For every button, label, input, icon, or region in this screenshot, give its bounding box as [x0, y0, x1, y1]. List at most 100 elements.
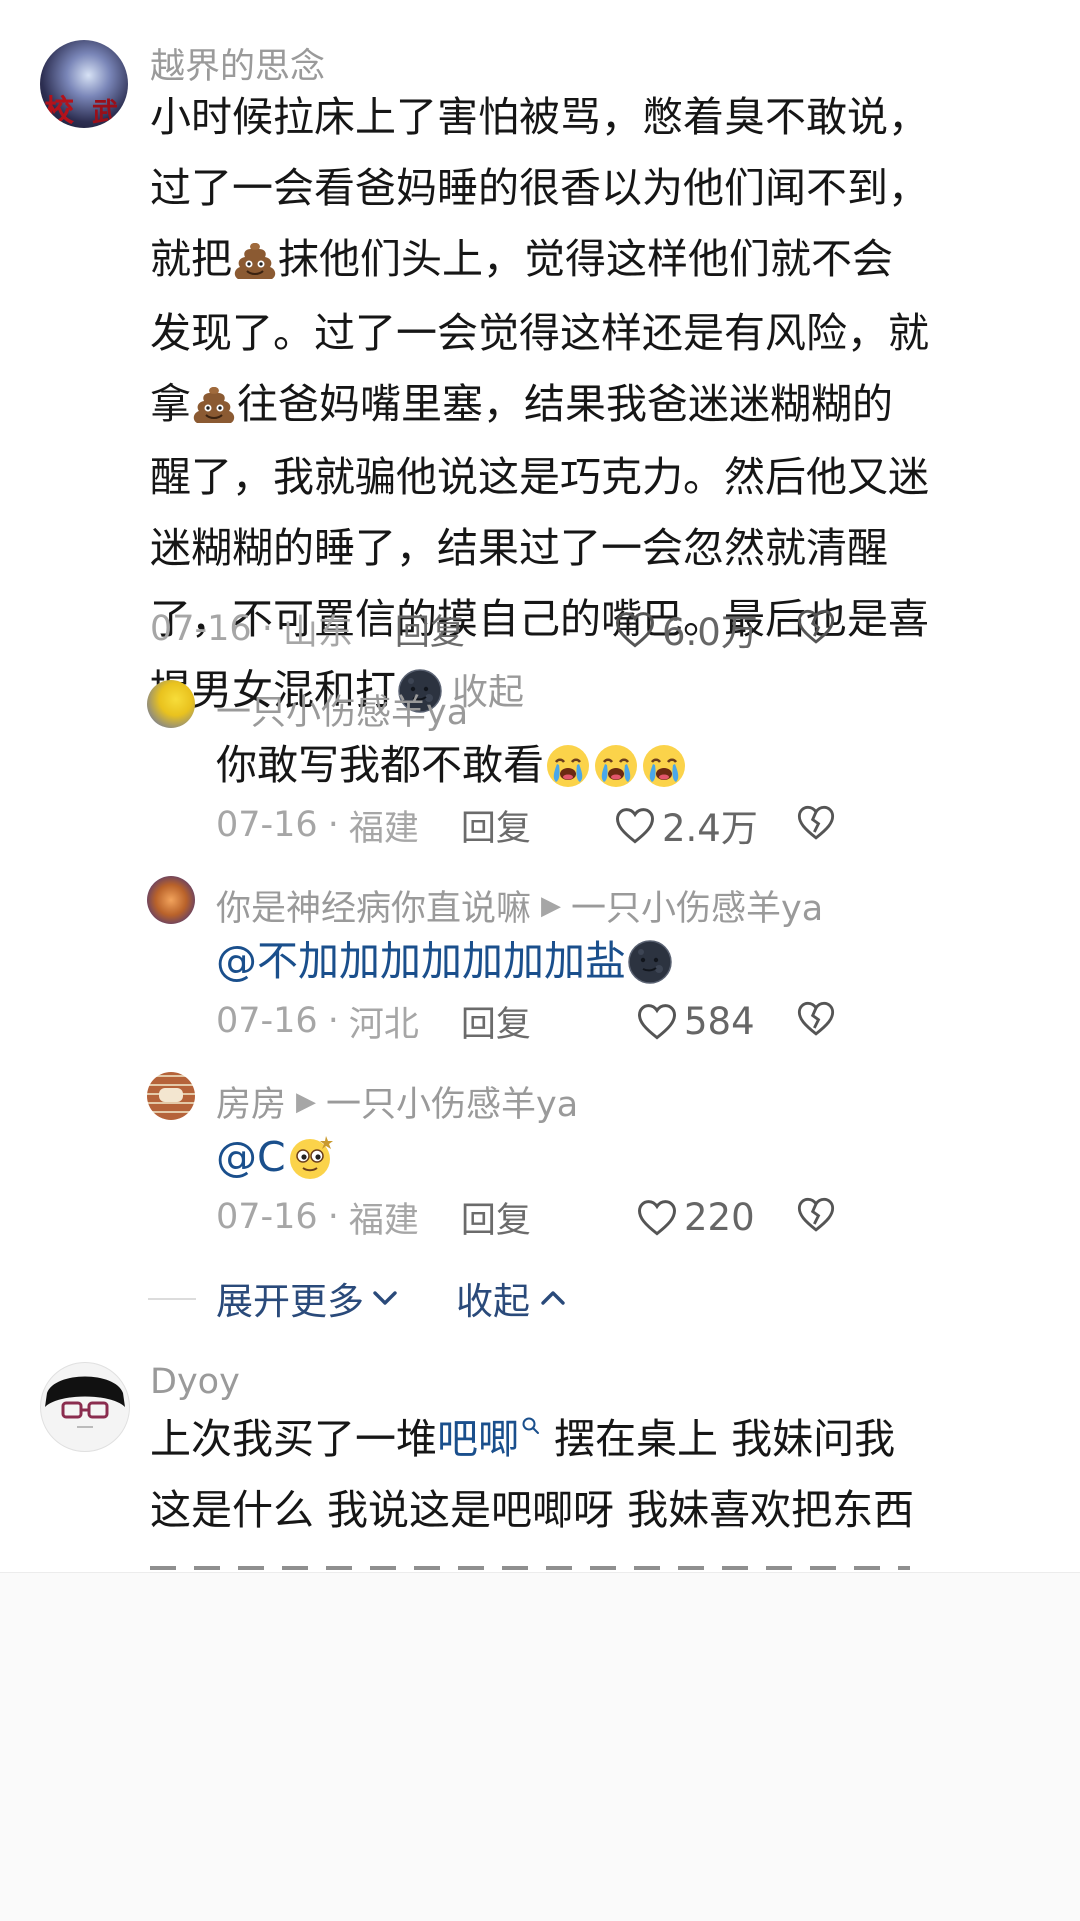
meta-separator: ·	[327, 1197, 339, 1237]
reply-meta: 07-16 · 福建 回复	[216, 800, 531, 850]
like-count: 584	[684, 999, 755, 1043]
chevron-down-icon	[373, 1291, 397, 1305]
crying-face-emoji	[640, 733, 688, 804]
reply-text: @不加加加加加加加盐	[216, 926, 674, 1000]
expand-more-button[interactable]: 展开更多	[216, 1270, 400, 1326]
reply-date: 07-16	[216, 1197, 318, 1237]
like-count: 2.4万	[662, 807, 758, 850]
crying-face-emoji	[544, 733, 592, 804]
reply-text: 你敢写我都不敢看	[216, 730, 688, 804]
reply-to-username[interactable]: 一只小伤感羊ya	[571, 880, 823, 931]
comment-text-segment: 迷糊糊的睡了，结果过了一会忽然就清醒	[150, 524, 888, 572]
heart-outline-icon	[616, 808, 654, 844]
avatar[interactable]	[147, 876, 195, 924]
reply-username[interactable]: 一只小伤感羊ya	[216, 684, 468, 735]
comment-text-segment: 拿	[150, 379, 191, 428]
dislike-button[interactable]	[796, 803, 836, 841]
search-icon	[522, 1417, 539, 1434]
reply-button[interactable]: 回复	[461, 1192, 531, 1243]
comment-text: 这是什么 我说这是吧唧呀 我妹喜欢把东西	[150, 1486, 915, 1534]
reply-location: 河北	[348, 1004, 419, 1045]
like-count: 220	[684, 1195, 755, 1239]
heart-outline-icon	[616, 612, 654, 648]
meta-separator: ·	[327, 1001, 339, 1041]
comment-line: 小时候拉床上了害怕被骂，憋着臭不敢说，	[150, 82, 1050, 153]
comment-line: 拿往爸妈嘴里塞，结果我爸迷迷糊糊的	[150, 369, 1050, 443]
bottom-bar	[0, 1572, 1080, 1921]
reply-location: 福建	[348, 1200, 419, 1241]
reply-button[interactable]: 回复	[395, 604, 465, 655]
clipped-text-fragment	[150, 1560, 910, 1570]
crying-face-emoji	[592, 733, 640, 804]
meta-separator: ·	[327, 805, 339, 845]
heart-outline-icon	[638, 1200, 676, 1236]
play-arrow-icon: ▶	[541, 890, 562, 921]
comment-location: 山东	[282, 612, 353, 653]
dizzy-face-emoji	[286, 1125, 336, 1196]
comment-text-segment: 发现了。过了一会觉得这样还是有风险，就	[150, 308, 929, 357]
collapse-thread-label: 收起	[456, 1280, 530, 1323]
broken-heart-icon	[797, 1001, 835, 1036]
avatar[interactable]	[147, 680, 195, 728]
comment-text-segment: 醒了，我就骗他说这是巧克力。然后他又迷	[150, 453, 929, 501]
avatar[interactable]: 校 武	[40, 40, 128, 128]
moon-face-emoji	[626, 929, 674, 1000]
like-button[interactable]: 6.0万	[614, 606, 758, 654]
reply-header: 房房 ▶ 一只小伤感羊ya	[216, 1076, 578, 1127]
mention-link[interactable]: @C	[216, 1133, 286, 1181]
comment-meta: 07-16 · 山东 回复	[150, 604, 465, 654]
reply-date: 07-16	[216, 1001, 318, 1041]
topic-link[interactable]: 吧唧	[437, 1415, 541, 1463]
broken-heart-icon	[797, 1197, 835, 1232]
reply-username[interactable]: 房房	[216, 1076, 286, 1127]
dislike-button[interactable]	[796, 1195, 836, 1233]
comment-text-segment: 抹他们头上，觉得这样他们就不会	[278, 235, 893, 283]
poop-emoji	[232, 227, 278, 298]
comment-text-segment: 过了一会看爸妈睡的很香以为他们闻不到，	[150, 164, 929, 212]
comment-text: 上次我买了一堆吧唧 摆在桌上 我妹问我	[150, 1404, 895, 1475]
thread-divider	[148, 1298, 196, 1300]
chevron-up-icon	[541, 1291, 565, 1305]
like-button[interactable]: 220	[636, 1194, 755, 1240]
reply-button[interactable]: 回复	[461, 996, 531, 1047]
comment-username[interactable]: Dyoy	[150, 1362, 240, 1402]
comment-text-segment: 上次我买了一堆	[150, 1415, 437, 1463]
reply-meta: 07-16 · 河北 回复	[216, 996, 531, 1046]
like-button[interactable]: 584	[636, 998, 755, 1044]
reply-to-username[interactable]: 一只小伤感羊ya	[326, 1076, 578, 1127]
play-arrow-icon: ▶	[296, 1086, 317, 1117]
reply-text-content: 你敢写我都不敢看	[216, 741, 544, 789]
comment-line: 醒了，我就骗他说这是巧克力。然后他又迷	[150, 442, 1050, 513]
reply-location: 福建	[348, 808, 419, 849]
like-count: 6.0万	[662, 611, 758, 654]
reply-date: 07-16	[216, 805, 318, 845]
comment-text-segment: 摆在桌上 我妹问我	[541, 1415, 896, 1463]
avatar[interactable]	[147, 1072, 195, 1120]
collapse-thread-button[interactable]: 收起	[456, 1270, 568, 1326]
heart-outline-icon	[638, 1004, 676, 1040]
like-button[interactable]: 2.4万	[614, 802, 758, 850]
dislike-button[interactable]	[796, 607, 836, 645]
broken-heart-icon	[797, 805, 835, 840]
comment-line: 就把 抹他们头上，觉得这样他们就不会	[150, 224, 1050, 298]
reply-username[interactable]: 你是神经病你直说嘛	[216, 880, 531, 931]
reply-text: @C	[216, 1122, 336, 1196]
mention-link[interactable]: @不加加加加加加加盐	[216, 937, 626, 985]
comment-date: 07-16	[150, 609, 252, 649]
meta-separator: ·	[261, 609, 273, 649]
reply-header: 你是神经病你直说嘛 ▶ 一只小伤感羊ya	[216, 880, 823, 931]
topic-link-label: 吧唧	[437, 1415, 519, 1463]
broken-heart-icon	[797, 609, 835, 644]
comment-text-segment: 就把	[150, 235, 232, 283]
comment-text-segment: 小时候拉床上了害怕被骂，憋着臭不敢说，	[150, 93, 929, 141]
comment-line: 过了一会看爸妈睡的很香以为他们闻不到，	[150, 153, 1050, 224]
expand-more-label: 展开更多	[216, 1280, 364, 1323]
dislike-button[interactable]	[796, 999, 836, 1037]
poop-emoji	[191, 371, 237, 442]
comment-line: 迷糊糊的睡了，结果过了一会忽然就清醒	[150, 513, 1050, 584]
comment-line: 发现了。过了一会觉得这样还是有风险，就	[150, 298, 1050, 369]
reply-meta: 07-16 · 福建 回复	[216, 1192, 531, 1242]
comment-text-segment: 往爸妈嘴里塞，结果我爸迷迷糊糊的	[237, 379, 893, 428]
reply-button[interactable]: 回复	[461, 800, 531, 851]
avatar[interactable]	[40, 1362, 130, 1452]
